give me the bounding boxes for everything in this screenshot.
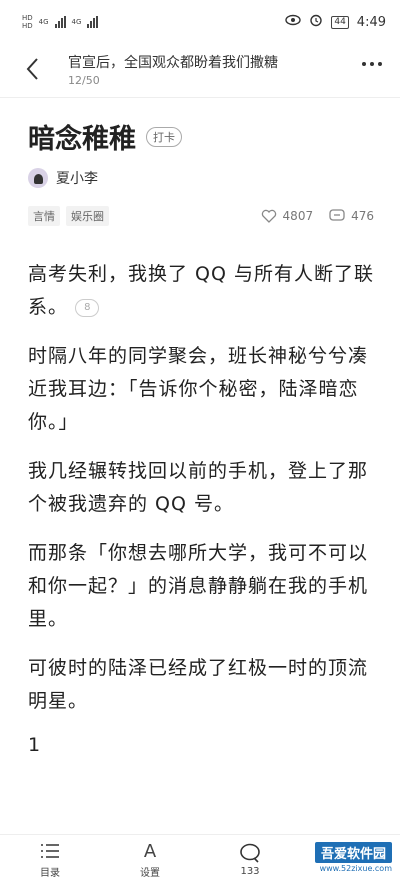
watermark-title: 吾爱软件园 [314, 841, 392, 863]
signal-label-1: 4G [38, 18, 49, 26]
status-bar: HD HD 4G 4G 44 4:49 [0, 0, 400, 44]
status-time: 4:49 [356, 14, 386, 30]
comment-icon[interactable] [329, 209, 345, 223]
status-right: 44 4:49 [285, 13, 386, 31]
tag-entertainment[interactable]: 娱乐圈 [66, 206, 109, 226]
comments-count-label: 133 [240, 866, 260, 877]
paragraph-1: 高考失利，我换了 QQ 与所有人断了联系。 8 [28, 258, 374, 324]
section-number: 1 [28, 734, 41, 756]
watermark-url: www.52zixue.com [319, 863, 392, 873]
author-row[interactable]: 夏小李 [28, 168, 98, 188]
status-left: HD HD 4G 4G [22, 14, 99, 30]
signal-icon-2 [87, 16, 99, 28]
chapter-progress: 12/50 [68, 74, 100, 87]
signal-label-2: 4G [71, 18, 82, 26]
likes-count: 4807 [282, 209, 314, 223]
chevron-left-icon [26, 58, 38, 80]
paragraph-5: 可彼时的陆泽已经成了红极一时的顶流明星。 [28, 657, 369, 712]
catalog-button[interactable]: 目录 [0, 840, 100, 879]
heart-icon[interactable] [261, 209, 277, 223]
network-label-1: HD [22, 14, 33, 22]
chapter-title: 官宣后，全国观众都盼着我们撒糖 [68, 55, 278, 71]
paragraph-2: 时隔八年的同学聚会，班长神秘兮兮凑近我耳边：「告诉你个秘密，陆泽暗恋你。」 [28, 345, 369, 433]
author-name[interactable]: 夏小李 [56, 168, 98, 188]
signal-icon-1 [54, 16, 66, 28]
paragraph-4: 而那条「你想去哪所大学，我可不可以和你一起？」的消息静静躺在我的手机里。 [28, 542, 369, 630]
story-header: 暗念稚稚 打卡 [28, 117, 182, 156]
network-label-2: HD [22, 22, 33, 30]
paragraph-comment-bubble[interactable]: 8 [75, 298, 100, 317]
font-settings-icon: A [143, 840, 157, 862]
list-icon [40, 840, 60, 862]
eye-icon [285, 14, 302, 30]
comment-bubble-icon [239, 842, 261, 864]
battery-icon: 44 [331, 15, 349, 29]
avatar[interactable] [28, 168, 48, 188]
tag-romance[interactable]: 言情 [28, 206, 60, 226]
back-button[interactable] [18, 54, 48, 84]
story-title: 暗念稚稚 [28, 124, 136, 155]
settings-label: 设置 [140, 868, 160, 879]
site-watermark: 吾爱软件园 www.52zixue.com [282, 836, 392, 878]
comments-count: 476 [351, 209, 374, 223]
top-nav: 官宣后，全国观众都盼着我们撒糖 12/50 [0, 44, 400, 98]
alarm-icon [309, 13, 323, 31]
checkin-badge[interactable]: 打卡 [146, 126, 182, 147]
more-options-icon[interactable] [362, 62, 382, 66]
chapter-content: 高考失利，我换了 QQ 与所有人断了联系。 8 时隔八年的同学聚会，班长神秘兮兮… [28, 258, 374, 756]
paragraph-3: 我几经辗转找回以前的手机，登上了那个被我遗弃的 QQ 号。 [28, 460, 369, 515]
tags-row: 言情 娱乐圈 4807 476 [28, 206, 374, 226]
settings-button[interactable]: A 设置 [100, 840, 200, 880]
story-stats: 4807 476 [261, 209, 374, 223]
catalog-label: 目录 [40, 868, 60, 879]
